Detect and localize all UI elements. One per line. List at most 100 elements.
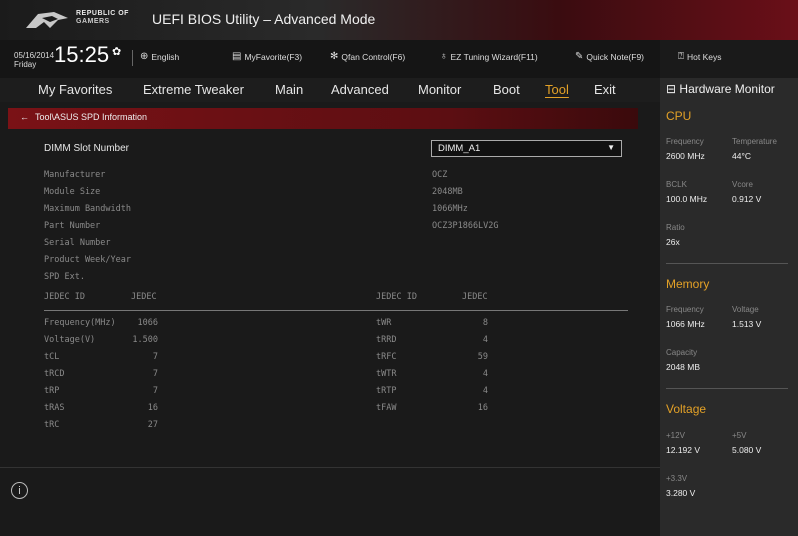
timing-label: tRCD xyxy=(44,369,65,379)
timing-label: tRFC xyxy=(376,352,397,362)
memory-frequency-value: 1066 MHz xyxy=(666,319,705,329)
timing-value: 8 xyxy=(482,318,488,328)
ez-tuning-button[interactable]: ♁ EZ Tuning Wizard(F11) xyxy=(440,51,538,62)
tab-extreme-tweaker[interactable]: Extreme Tweaker xyxy=(143,82,244,97)
timing-label: tRP xyxy=(44,386,60,396)
jedec-header: JEDEC xyxy=(462,292,488,302)
qfan-label: Qfan Control(F6) xyxy=(341,51,406,62)
jedec-id-header: JEDEC ID xyxy=(44,292,85,302)
tab-advanced[interactable]: Advanced xyxy=(331,82,389,97)
breadcrumb-text: Tool\ASUS SPD Information xyxy=(35,112,148,122)
memory-voltage-value: 1.513 V xyxy=(732,319,762,329)
divider xyxy=(132,50,133,66)
cpu-temperature-value: 44°C xyxy=(732,151,751,161)
timing-value: 27 xyxy=(147,420,158,430)
list-icon: ▤ xyxy=(232,51,242,62)
table-divider xyxy=(44,310,628,311)
chevron-down-icon: ▼ xyxy=(607,143,615,152)
timing-value: 7 xyxy=(152,369,158,379)
cpu-frequency-label: Frequency xyxy=(666,137,704,146)
tab-monitor[interactable]: Monitor xyxy=(418,82,461,97)
field-label: Manufacturer xyxy=(44,170,106,180)
field-label: Part Number xyxy=(44,221,101,231)
hot-keys-label: Hot Keys xyxy=(687,51,722,62)
dimm-slot-value: DIMM_A1 xyxy=(438,143,481,154)
hardware-monitor-title: ⊟ Hardware Monitor xyxy=(666,82,775,96)
memory-capacity-label: Capacity xyxy=(666,348,698,357)
divider xyxy=(666,388,788,389)
field-value: OCZ xyxy=(432,170,448,180)
timing-label: tWTR xyxy=(376,369,397,379)
timing-label: Voltage(V) xyxy=(44,335,96,345)
jedec-id-header: JEDEC ID xyxy=(376,292,417,302)
timing-value: 4 xyxy=(482,335,488,345)
info-icon[interactable]: i xyxy=(11,482,28,499)
timing-label: tRTP xyxy=(376,386,397,396)
timing-value: 16 xyxy=(477,403,488,413)
field-value: 1066MHz xyxy=(432,204,468,214)
timing-value: 7 xyxy=(152,352,158,362)
question-icon: ⍰ xyxy=(678,51,684,62)
cpu-frequency-value: 2600 MHz xyxy=(666,151,705,161)
hardware-monitor-label: Hardware Monitor xyxy=(679,82,775,96)
breadcrumb[interactable]: ← Tool\ASUS SPD Information xyxy=(20,112,147,122)
v12-label: +12V xyxy=(666,431,685,440)
gear-icon[interactable]: ✿ xyxy=(112,45,121,58)
timing-value: 16 xyxy=(147,403,158,413)
divider xyxy=(666,263,788,264)
timing-label: tCL xyxy=(44,352,60,362)
lightbulb-icon: ♁ xyxy=(440,51,448,62)
tab-main[interactable]: Main xyxy=(275,82,303,97)
voltage-heading: Voltage xyxy=(666,402,707,416)
v5-label: +5V xyxy=(732,431,747,440)
myfavorite-button[interactable]: ▤ MyFavorite(F3) xyxy=(232,51,302,62)
ez-tuning-label: EZ Tuning Wizard(F11) xyxy=(450,51,538,62)
note-icon: ✎ xyxy=(575,51,584,62)
hot-keys-button[interactable]: ⍰ Hot Keys xyxy=(678,51,722,62)
timing-label: tRRD xyxy=(376,335,397,345)
tab-tool[interactable]: Tool xyxy=(545,82,569,97)
field-label: Product Week/Year xyxy=(44,255,131,265)
brand-text: REPUBLIC OF GAMERS xyxy=(76,10,129,25)
v5-value: 5.080 V xyxy=(732,445,762,455)
vcore-value: 0.912 V xyxy=(732,194,762,204)
timing-label: tRAS xyxy=(44,403,65,413)
language-button[interactable]: ⊕ English xyxy=(140,51,179,62)
dimm-slot-select[interactable]: DIMM_A1 ▼ xyxy=(431,140,622,157)
qfan-button[interactable]: ✻ Qfan Control(F6) xyxy=(330,51,405,62)
vcore-label: Vcore xyxy=(732,180,753,189)
timing-value: 7 xyxy=(152,386,158,396)
memory-voltage-label: Voltage xyxy=(732,305,759,314)
myfavorite-label: MyFavorite(F3) xyxy=(244,51,303,62)
timing-label: tFAW xyxy=(376,403,397,413)
page-title: UEFI BIOS Utility – Advanced Mode xyxy=(152,11,376,27)
tab-my-favorites[interactable]: My Favorites xyxy=(38,82,112,97)
tab-boot[interactable]: Boot xyxy=(493,82,520,97)
memory-frequency-label: Frequency xyxy=(666,305,704,314)
memory-heading: Memory xyxy=(666,277,710,291)
field-value: 2048MB xyxy=(432,187,463,197)
field-label: Maximum Bandwidth xyxy=(44,204,131,214)
field-label: Module Size xyxy=(44,187,101,197)
ratio-label: Ratio xyxy=(666,223,685,232)
cpu-heading: CPU xyxy=(666,109,692,123)
date-display: 05/16/2014 Friday xyxy=(14,51,55,69)
monitor-icon: ⊟ xyxy=(666,82,677,96)
clock: 15:25 xyxy=(54,42,110,67)
back-arrow-icon[interactable]: ← xyxy=(20,112,29,122)
timing-value: 4 xyxy=(482,386,488,396)
bclk-label: BCLK xyxy=(666,180,687,189)
language-label: English xyxy=(151,51,180,62)
timing-value: 1.500 xyxy=(132,335,158,345)
timing-value: 59 xyxy=(477,352,488,362)
field-label: SPD Ext. xyxy=(44,272,85,282)
rog-logo-icon xyxy=(26,12,68,28)
globe-icon: ⊕ xyxy=(140,51,149,62)
tab-exit[interactable]: Exit xyxy=(594,82,616,97)
timing-label: tWR xyxy=(376,318,392,328)
v12-value: 12.192 V xyxy=(666,445,701,455)
quick-note-button[interactable]: ✎ Quick Note(F9) xyxy=(575,51,644,62)
quick-note-label: Quick Note(F9) xyxy=(586,51,645,62)
v33-value: 3.280 V xyxy=(666,488,696,498)
memory-capacity-value: 2048 MB xyxy=(666,362,701,372)
